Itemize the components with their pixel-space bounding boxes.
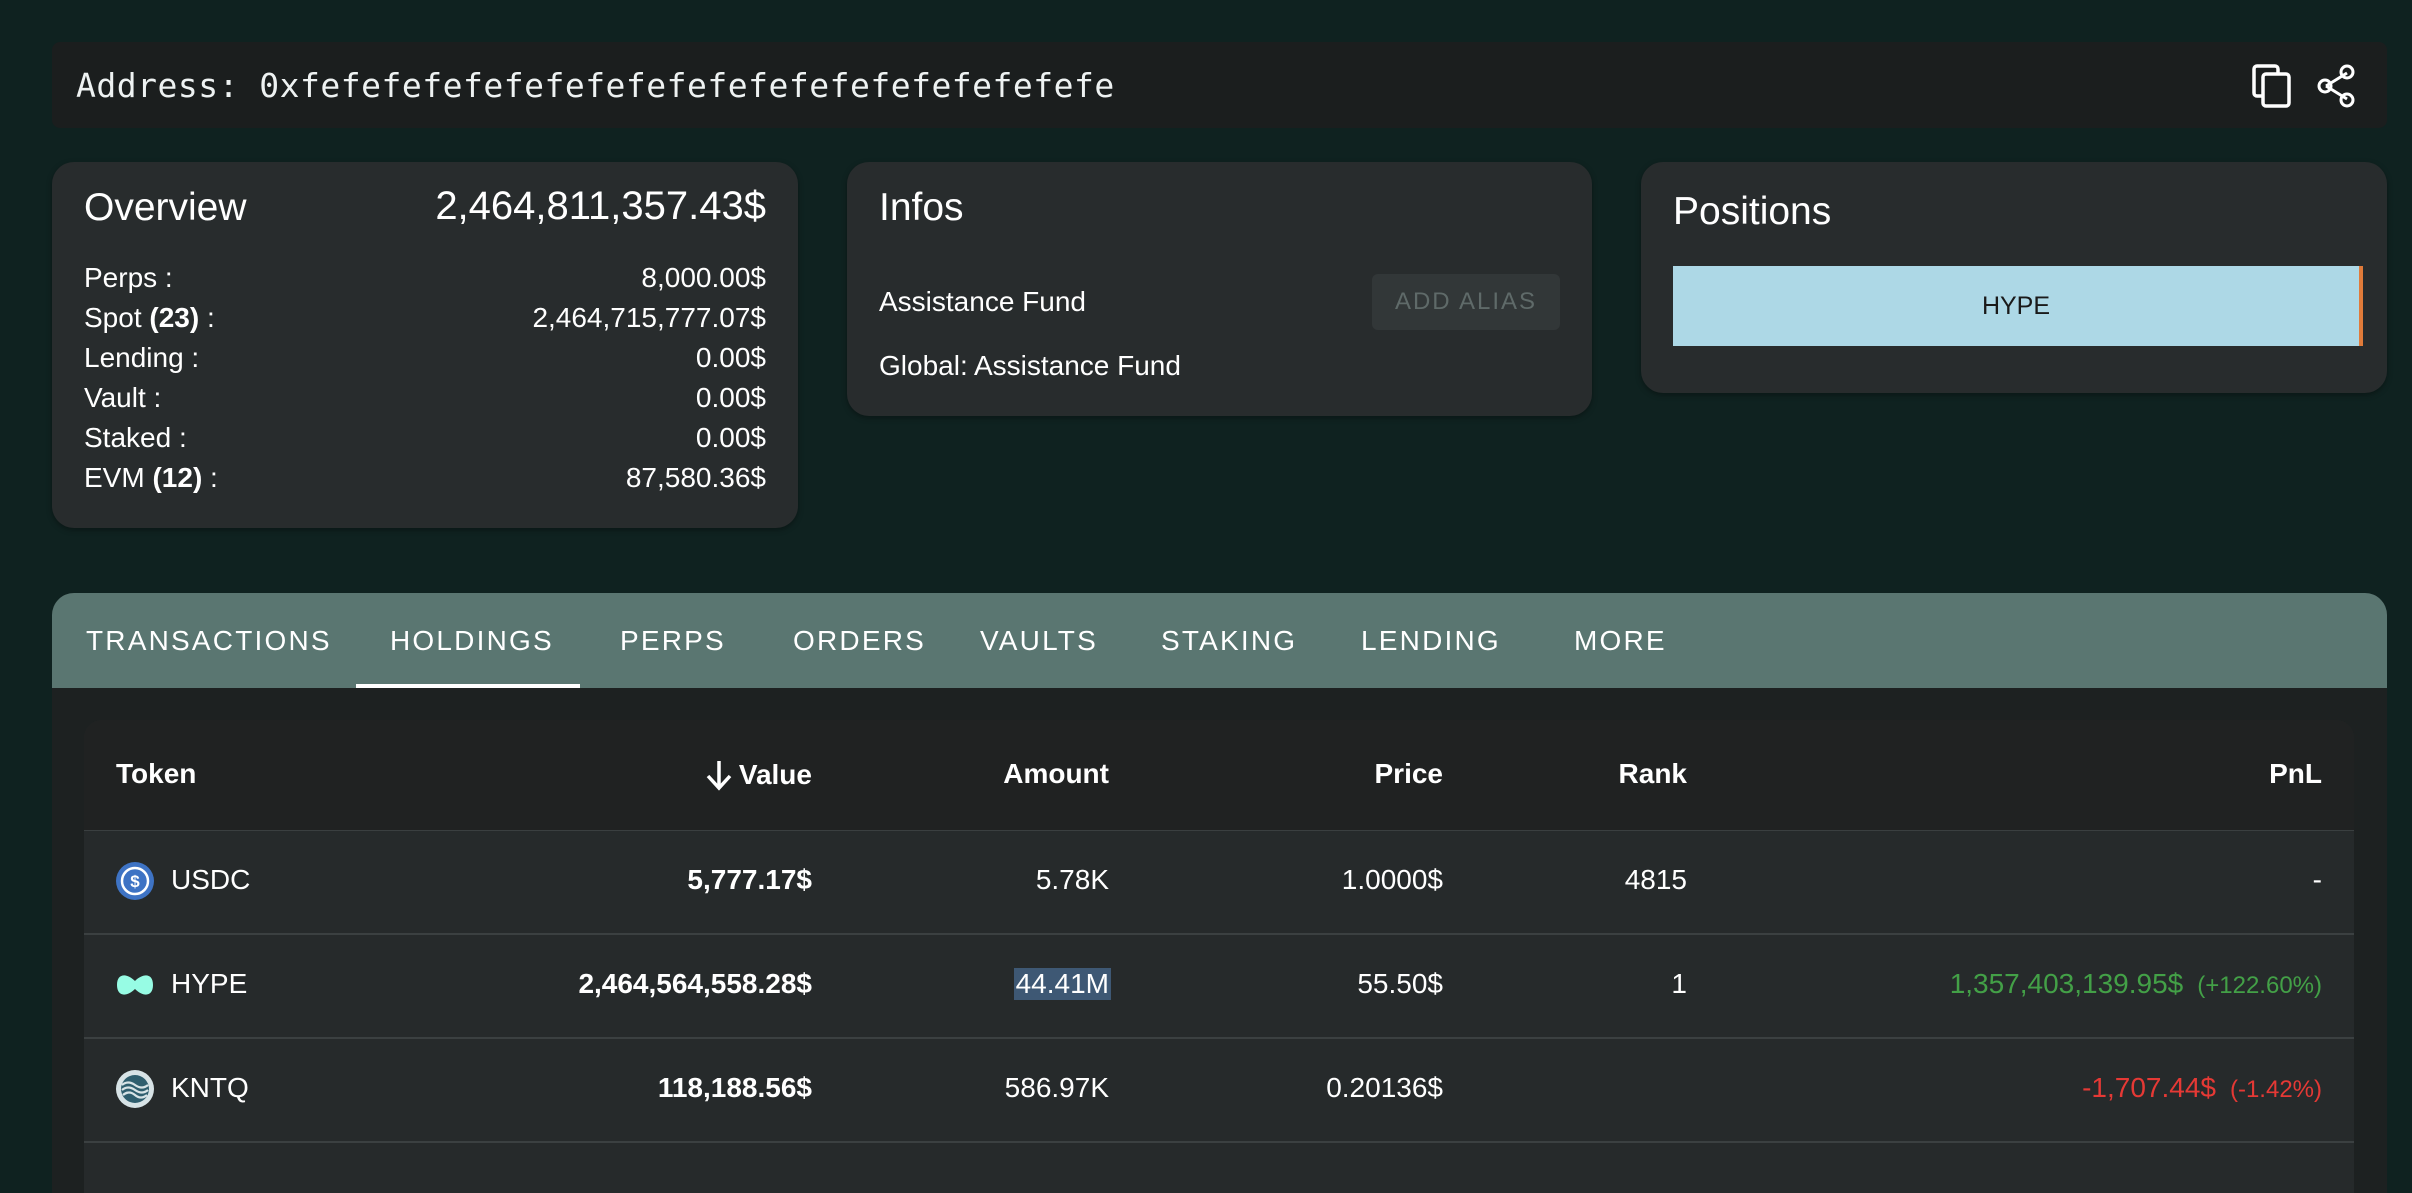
overview-total: 2,464,811,357.43$ (435, 184, 766, 228)
token-amount: 586.97K (1004, 1072, 1109, 1103)
position-bar-hype[interactable]: HYPE (1673, 266, 2363, 346)
token-price: 0.20136$ (1326, 1072, 1443, 1103)
svg-text:$: $ (130, 872, 140, 891)
header-amount[interactable]: Amount (1003, 758, 1109, 790)
token-name[interactable]: USDC (171, 864, 250, 896)
overview-row-spot: Spot (23) : 2,464,715,777.07$ (84, 302, 766, 342)
tab-holdings[interactable]: HOLDINGS (390, 593, 554, 688)
overview-title: Overview (84, 186, 247, 229)
overview-label: Lending : (84, 342, 200, 373)
table-row[interactable]: KNTQ 118,188.56$ 586.97K 0.20136$ -1,707… (84, 1038, 2354, 1143)
token-pnl-percent: (+122.60%) (2197, 972, 2322, 999)
token-rank: 4815 (1624, 864, 1687, 895)
token-value: 5,777.17$ (687, 864, 812, 895)
overview-row-perps: Perps : 8,000.00$ (84, 262, 766, 302)
details-panel: TRANSACTIONS HOLDINGS PERPS ORDERS VAULT… (52, 593, 2387, 1193)
token-pnl: - (2312, 864, 2322, 895)
infos-title: Infos (879, 186, 964, 229)
token-pnl-percent: (-1.42%) (2229, 1076, 2322, 1103)
token-amount: 5.78K (1035, 864, 1109, 895)
positions-card: Positions HYPE (1641, 162, 2387, 393)
position-bar-label: HYPE (1981, 291, 2051, 320)
address-text: Address: 0xfefefefefefefefefefefefefefef… (76, 66, 1115, 105)
infos-global-name: Global: Assistance Fund (879, 350, 1181, 381)
tab-staking[interactable]: STAKING (1161, 593, 1297, 688)
usdc-icon: $ (116, 862, 154, 900)
infos-card: Infos Assistance Fund ADD ALIAS Global: … (847, 162, 1592, 416)
tab-transactions[interactable]: TRANSACTIONS (86, 593, 332, 688)
share-icon[interactable] (2310, 60, 2362, 112)
hype-icon (117, 975, 153, 995)
tab-orders[interactable]: ORDERS (793, 593, 926, 688)
overview-value: 0.00$ (695, 342, 766, 373)
header-price[interactable]: Price (1375, 758, 1444, 790)
copy-icon[interactable] (2246, 60, 2298, 112)
overview-value: 87,580.36$ (625, 462, 766, 493)
arrow-down-icon (706, 761, 732, 791)
tab-perps[interactable]: PERPS (620, 593, 726, 688)
add-alias-button[interactable]: ADD ALIAS (1372, 274, 1560, 330)
header-value-label: Value (738, 759, 812, 790)
tab-more[interactable]: MORE (1574, 593, 1667, 688)
overview-value: 0.00$ (695, 382, 766, 413)
evm-count: (12) (152, 462, 203, 493)
overview-card: Overview 2,464,811,357.43$ Perps : 8,000… (52, 162, 798, 528)
token-name[interactable]: HYPE (171, 968, 247, 1000)
header-rank[interactable]: Rank (1619, 758, 1687, 790)
token-price: 55.50$ (1357, 968, 1443, 999)
overview-row-evm: EVM (12) : 87,580.36$ (84, 462, 766, 502)
token-pnl: -1,707.44$ (-1.42%) (2082, 1072, 2322, 1103)
token-price: 1.0000$ (1341, 864, 1443, 895)
table-header: Token Value Amount Price Rank PnL (84, 720, 2354, 831)
overview-label: Vault : (84, 382, 162, 413)
overview-row-lending: Lending : 0.00$ (84, 342, 766, 382)
overview-label: EVM (12) : (84, 462, 218, 493)
token-name[interactable]: KNTQ (171, 1072, 249, 1104)
address-bar: Address: 0xfefefefefefefefefefefefefefef… (52, 42, 2387, 128)
positions-title: Positions (1673, 190, 1832, 233)
overview-label: Spot (23) : (84, 302, 215, 333)
copy-icon-svg (2252, 64, 2291, 108)
token-pnl: 1,357,403,139.95$ (+122.60%) (1949, 968, 2322, 999)
tab-vaults[interactable]: VAULTS (980, 593, 1098, 688)
tab-bar: TRANSACTIONS HOLDINGS PERPS ORDERS VAULT… (52, 593, 2387, 688)
overview-value: 2,464,715,777.07$ (532, 302, 766, 333)
overview-label: Perps : (84, 262, 173, 293)
tab-lending[interactable]: LENDING (1361, 593, 1501, 688)
header-token[interactable]: Token (116, 758, 196, 790)
overview-label: Staked : (84, 422, 187, 453)
table-row[interactable]: HYPE 2,464,564,558.28$ 44.41M 55.50$ 1 1… (84, 934, 2354, 1039)
overview-row-vault: Vault : 0.00$ (84, 382, 766, 422)
active-tab-indicator (356, 684, 580, 688)
holdings-table: Token Value Amount Price Rank PnL $ USDC… (84, 720, 2354, 1193)
infos-name: Assistance Fund (879, 286, 1086, 317)
overview-value: 8,000.00$ (641, 262, 766, 293)
overview-row-staked: Staked : 0.00$ (84, 422, 766, 462)
kntq-icon (116, 1070, 154, 1108)
token-value: 118,188.56$ (657, 1072, 812, 1103)
header-value[interactable]: Value (703, 758, 812, 792)
token-value: 2,464,564,558.28$ (578, 968, 812, 999)
token-amount: 44.41M (1013, 968, 1111, 1000)
overview-value: 0.00$ (695, 422, 766, 453)
share-icon-svg (2317, 64, 2355, 108)
header-pnl[interactable]: PnL (2269, 758, 2322, 790)
spot-count: (23) (149, 302, 200, 333)
token-rank: 1 (1671, 968, 1687, 999)
table-row[interactable]: $ USDC 5,777.17$ 5.78K 1.0000$ 4815 - (84, 830, 2354, 935)
